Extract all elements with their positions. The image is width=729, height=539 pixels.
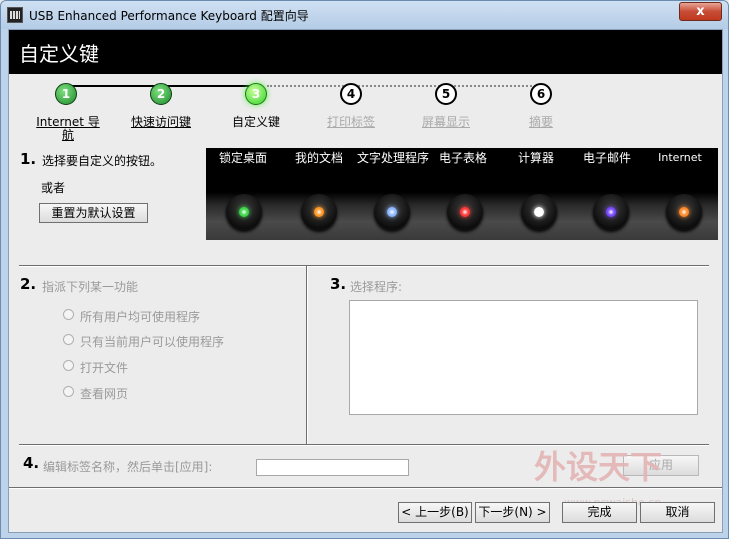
key-button-calculator[interactable] — [521, 194, 557, 230]
divider-top — [19, 265, 709, 267]
step-2-label[interactable]: 快速访问键 — [121, 116, 201, 129]
cancel-button[interactable]: 取消 — [640, 502, 715, 523]
page-title: 自定义键 — [19, 42, 99, 66]
key-button-internet[interactable] — [666, 194, 702, 230]
radio-all-users[interactable] — [63, 309, 74, 320]
key-label-internet: Internet — [658, 151, 702, 164]
led-icon — [606, 207, 616, 217]
program-list[interactable] — [349, 300, 698, 415]
led-icon — [314, 207, 324, 217]
step-6-label: 摘要 — [528, 115, 553, 129]
step-6-icon: 6 — [530, 83, 552, 105]
finish-button[interactable]: 完成 — [562, 502, 637, 523]
radio-all-users-label: 所有用户均可使用程序 — [80, 310, 201, 324]
close-button[interactable]: x — [679, 2, 722, 21]
step-5-icon: 5 — [435, 83, 457, 105]
step-1-icon[interactable]: 1 — [55, 83, 77, 105]
key-label-calculator: 计算器 — [517, 151, 554, 165]
wizard-client-area: 自定义键 1 2 3 4 5 6 Internet 导航 快速访问键 自定义键 … — [8, 29, 723, 533]
page-header: 自定义键 — [9, 30, 722, 74]
radio-open-file[interactable] — [63, 360, 74, 371]
section-3-label: 选择程序: — [350, 280, 403, 294]
led-icon — [387, 207, 397, 217]
back-button[interactable]: < 上一步(B) — [398, 502, 472, 523]
radio-current-user[interactable] — [63, 334, 74, 345]
divider-bottom — [9, 487, 722, 489]
key-button-word-processor[interactable] — [374, 194, 410, 230]
led-icon — [239, 207, 249, 217]
section-2-label: 指派下列某一功能 — [42, 280, 139, 294]
section-3-number: 3. — [330, 275, 347, 293]
key-button-my-documents[interactable] — [301, 194, 337, 230]
key-label-my-documents: 我的文档 — [294, 151, 343, 165]
step-4-label: 打印标签 — [326, 115, 375, 129]
section-1-number: 1. — [20, 150, 37, 168]
step-connector-future — [267, 85, 532, 87]
reset-default-button[interactable]: 重置为默认设置 — [39, 203, 148, 223]
keyboard-app-icon — [7, 7, 23, 23]
step-3-label: 自定义键 — [231, 115, 280, 129]
key-button-email[interactable] — [593, 194, 629, 230]
radio-view-web-label: 查看网页 — [80, 387, 129, 401]
watermark-logo: 外设天下 — [534, 448, 663, 486]
section-2-number: 2. — [20, 275, 37, 293]
key-button-spreadsheet[interactable] — [447, 194, 483, 230]
key-label-spreadsheet: 电子表格 — [438, 151, 487, 165]
step-2-icon[interactable]: 2 — [150, 83, 172, 105]
radio-open-file-label: 打开文件 — [80, 361, 129, 375]
title-bar: USB Enhanced Performance Keyboard 配置向导 x — [1, 1, 728, 29]
key-label-word-processor: 文字处理程序 — [357, 151, 430, 165]
step-5-label: 屏幕显示 — [421, 115, 470, 129]
key-label-lock-desktop: 锁定桌面 — [218, 151, 267, 165]
led-icon — [679, 207, 689, 217]
radio-current-user-label: 只有当前用户可以使用程序 — [80, 335, 225, 349]
key-label-email: 电子邮件 — [582, 151, 631, 165]
section-4-number: 4. — [23, 454, 40, 472]
step-3-icon: 3 — [245, 83, 267, 105]
step-1-label[interactable]: Internet 导航 — [33, 116, 103, 142]
window-title: USB Enhanced Performance Keyboard 配置向导 — [29, 9, 309, 23]
next-button[interactable]: 下一步(N) > — [475, 502, 550, 523]
label-name-input[interactable] — [256, 459, 409, 476]
divider-vertical — [306, 266, 308, 444]
led-icon — [534, 207, 544, 217]
radio-view-web[interactable] — [63, 386, 74, 397]
keyboard-image: 锁定桌面 我的文档 文字处理程序 电子表格 计算器 电子邮件 Internet — [206, 148, 718, 240]
section-4-label: 编辑标签名称，然后单击[应用]: — [43, 460, 213, 474]
key-button-lock-desktop[interactable] — [226, 194, 262, 230]
step-4-icon: 4 — [340, 83, 362, 105]
or-label: 或者 — [41, 181, 66, 195]
wizard-window: USB Enhanced Performance Keyboard 配置向导 x… — [0, 0, 729, 539]
section-1-label: 选择要自定义的按钮。 — [42, 154, 163, 168]
led-icon — [460, 207, 470, 217]
